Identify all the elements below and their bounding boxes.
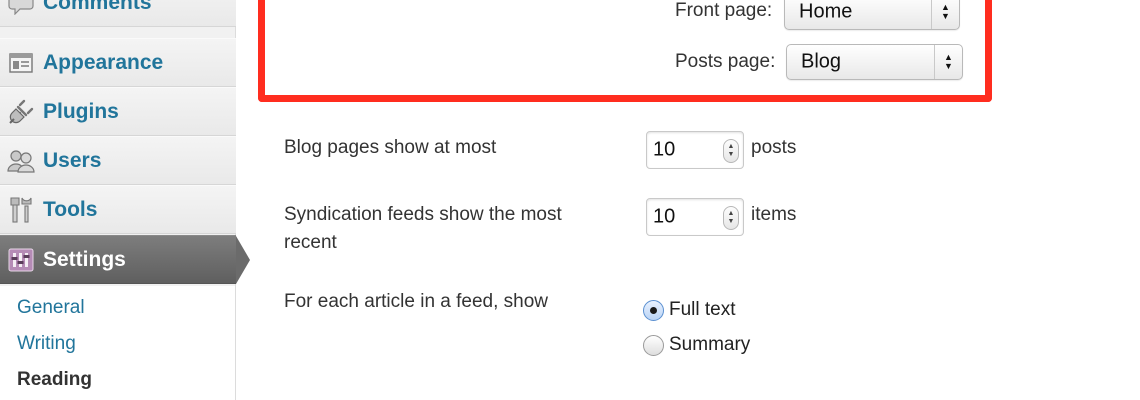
posts-per-page-input[interactable]: 10 ▲ ▼ — [646, 131, 744, 169]
radio-summary[interactable]: Summary — [643, 334, 750, 356]
menu-label-tools: Tools — [43, 197, 98, 221]
posts-per-page-value: 10 — [653, 138, 676, 161]
menu-item-users[interactable]: Users — [0, 136, 236, 185]
number-stepper[interactable]: ▲ ▼ — [723, 139, 739, 163]
submenu-item-general[interactable]: General — [17, 297, 85, 319]
appearance-icon — [6, 48, 36, 78]
feed-article-label: For each article in a feed, show — [284, 291, 549, 312]
front-page-select-value: Home — [799, 0, 853, 23]
syndication-feeds-label-line2: recent — [284, 232, 337, 253]
radio-full-text-label: Full text — [669, 299, 736, 320]
menu-item-plugins[interactable]: Plugins — [0, 87, 236, 136]
menu-label-users: Users — [43, 148, 102, 172]
posts-unit-label: posts — [751, 137, 797, 158]
radio-summary-button[interactable] — [643, 334, 664, 356]
menu-item-settings[interactable]: Settings — [0, 235, 250, 284]
submenu-item-reading[interactable]: Reading — [17, 369, 92, 391]
menu-label-settings: Settings — [43, 247, 126, 271]
menu-label-appearance: Appearance — [43, 50, 164, 74]
feed-items-input[interactable]: 10 ▲ ▼ — [646, 198, 744, 236]
radio-full-text[interactable]: Full text — [643, 299, 736, 321]
settings-icon — [6, 245, 36, 275]
radio-summary-label: Summary — [669, 334, 751, 355]
menu-item-appearance[interactable]: Appearance — [0, 38, 236, 87]
admin-sidebar: Comments Appearance Plugins Users Tools — [0, 0, 250, 400]
radio-full-text-button[interactable] — [643, 299, 664, 321]
users-icon — [6, 146, 36, 176]
posts-page-select[interactable]: Blog ▲ ▼ — [786, 44, 963, 80]
current-menu-arrow — [236, 236, 250, 284]
submenu-item-writing[interactable]: Writing — [17, 333, 76, 355]
menu-label-plugins: Plugins — [43, 99, 119, 123]
posts-page-label: Posts page: — [675, 51, 776, 72]
select-arrows-icon: ▲ ▼ — [934, 45, 962, 79]
plugins-icon — [6, 97, 36, 127]
posts-page-select-value: Blog — [801, 50, 842, 73]
front-page-select[interactable]: Home ▲ ▼ — [784, 0, 960, 30]
syndication-feeds-label-line1: Syndication feeds show the most — [284, 204, 562, 225]
menu-item-tools[interactable]: Tools — [0, 185, 236, 234]
settings-submenu: General Writing Reading — [0, 286, 236, 400]
front-page-label: Front page: — [675, 0, 773, 21]
comments-icon — [6, 0, 36, 18]
menu-item-comments[interactable]: Comments — [0, 0, 236, 27]
feed-items-value: 10 — [653, 205, 676, 228]
menu-label-comments: Comments — [43, 0, 152, 14]
select-arrows-icon: ▲ ▼ — [931, 0, 959, 29]
items-unit-label: items — [751, 204, 797, 225]
blog-pages-label: Blog pages show at most — [284, 137, 497, 158]
wordpress-reading-settings: Comments Appearance Plugins Users Tools — [0, 0, 1140, 400]
tools-icon — [6, 195, 36, 225]
number-stepper[interactable]: ▲ ▼ — [723, 206, 739, 230]
